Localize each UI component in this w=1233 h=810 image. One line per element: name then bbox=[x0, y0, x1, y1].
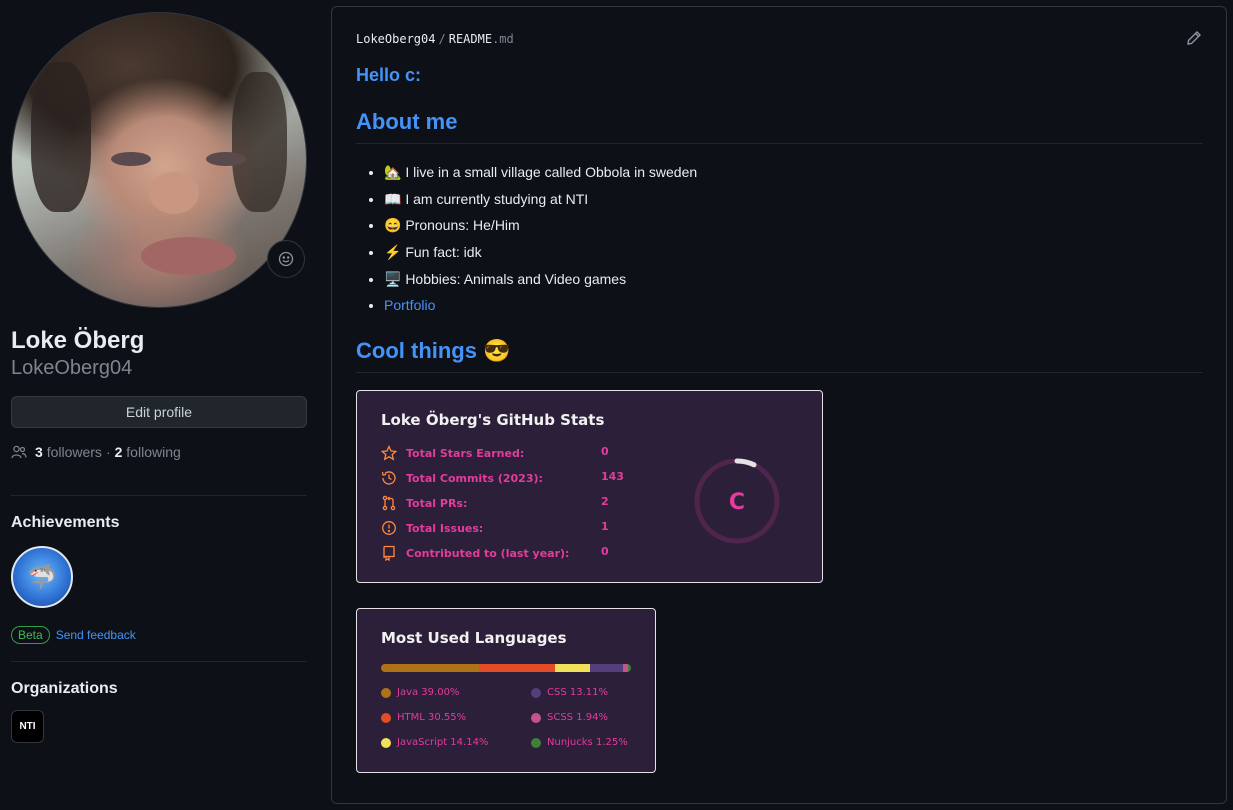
about-list: 🏡 I live in a small village called Obbol… bbox=[372, 164, 697, 324]
path-separator: / bbox=[438, 32, 446, 46]
edit-profile-button[interactable]: Edit profile bbox=[11, 396, 307, 428]
stat-value: 1 bbox=[601, 520, 609, 533]
readme-file-ext: .md bbox=[492, 32, 514, 46]
list-item: 😄 Pronouns: He/Him bbox=[384, 217, 697, 244]
portfolio-link[interactable]: Portfolio bbox=[384, 297, 435, 313]
rank-circle: C bbox=[694, 458, 780, 544]
list-item: 🏡 I live in a small village called Obbol… bbox=[384, 164, 697, 191]
repo-icon bbox=[383, 545, 395, 561]
followers-count: 3 bbox=[35, 444, 43, 460]
language-color-dot bbox=[531, 687, 541, 698]
list-item: Portfolio bbox=[384, 297, 697, 324]
readme-panel: LokeOberg04/README.md Hello c: About me … bbox=[331, 6, 1227, 804]
shark-icon: 🦈 bbox=[27, 563, 57, 591]
readme-file-name[interactable]: README bbox=[449, 32, 492, 46]
language-legend-item: CSS 13.11% bbox=[531, 687, 608, 698]
following-link[interactable]: 2 following bbox=[115, 444, 181, 460]
org-logo-text: NTI bbox=[19, 721, 36, 732]
stat-label: Total PRs: bbox=[406, 496, 468, 510]
cool-things-heading: Cool things 😎 bbox=[356, 338, 1203, 373]
language-legend-label: SCSS 1.94% bbox=[547, 712, 608, 723]
stat-label: Total Commits (2023): bbox=[406, 471, 543, 485]
language-legend-label: CSS 13.11% bbox=[547, 687, 608, 698]
followers-label: followers bbox=[46, 444, 102, 460]
stat-row-commits: Total Commits (2023): bbox=[381, 470, 543, 486]
language-legend-item: Java 39.00% bbox=[381, 687, 459, 698]
stat-value: 0 bbox=[601, 445, 609, 458]
followers-link[interactable]: 3 followers bbox=[35, 444, 102, 460]
follow-separator: · bbox=[105, 444, 111, 460]
achievements-title: Achievements bbox=[11, 514, 120, 531]
language-bar-segment bbox=[554, 664, 591, 672]
top-languages-card[interactable]: Most Used Languages Java 39.00% HTML 30.5… bbox=[356, 608, 656, 773]
stat-row-prs: Total PRs: bbox=[381, 495, 467, 511]
stat-value: 0 bbox=[601, 545, 609, 558]
smiley-icon bbox=[278, 251, 294, 267]
language-legend-item: JavaScript 14.14% bbox=[381, 737, 488, 748]
pull-request-icon bbox=[382, 495, 396, 511]
divider bbox=[11, 661, 307, 662]
avatar[interactable] bbox=[11, 12, 307, 308]
profile-sidebar: Loke Öberg LokeOberg04 Edit profile 3 fo… bbox=[11, 12, 307, 743]
language-bar-segment bbox=[590, 664, 623, 672]
people-icon bbox=[11, 445, 27, 459]
achievement-badge-shark[interactable]: 🦈 bbox=[11, 546, 73, 608]
language-color-dot bbox=[531, 712, 541, 723]
about-me-heading: About me bbox=[356, 109, 1203, 144]
stat-label: Contributed to (last year): bbox=[406, 546, 570, 560]
readme-path: LokeOberg04/README.md bbox=[356, 32, 514, 46]
organizations-title: Organizations bbox=[11, 680, 118, 697]
language-color-dot bbox=[381, 737, 391, 748]
rank-letter: C bbox=[729, 490, 745, 515]
following-label: following bbox=[126, 444, 181, 460]
set-status-button[interactable] bbox=[267, 240, 305, 278]
send-feedback-link[interactable]: Send feedback bbox=[56, 628, 136, 642]
language-legend-label: HTML 30.55% bbox=[397, 712, 467, 723]
github-stats-card[interactable]: Loke Öberg's GitHub Stats Total Stars Ea… bbox=[356, 390, 823, 583]
language-progress-bar bbox=[381, 664, 631, 672]
divider bbox=[11, 495, 307, 496]
profile-username: LokeOberg04 bbox=[11, 357, 133, 379]
language-legend-item: Nunjucks 1.25% bbox=[531, 737, 628, 748]
follow-stats: 3 followers · 2 following bbox=[11, 444, 307, 460]
stat-label: Total Stars Earned: bbox=[406, 446, 525, 460]
stat-value: 143 bbox=[601, 470, 624, 483]
stat-row-stars: Total Stars Earned: bbox=[381, 445, 524, 461]
organization-avatar-nti[interactable]: NTI bbox=[11, 710, 44, 743]
list-item: 📖 I am currently studying at NTI bbox=[384, 191, 697, 218]
issue-icon bbox=[382, 521, 396, 535]
beta-feedback-row: Beta Send feedback bbox=[11, 626, 307, 644]
language-bar-segment bbox=[381, 664, 479, 672]
language-legend-label: Java 39.00% bbox=[397, 687, 460, 698]
readme-owner-link[interactable]: LokeOberg04 bbox=[356, 32, 435, 46]
stat-label: Total Issues: bbox=[406, 521, 484, 535]
language-color-dot bbox=[381, 687, 391, 698]
language-bar-segment bbox=[478, 664, 555, 672]
following-count: 2 bbox=[114, 444, 123, 460]
stat-row-issues: Total Issues: bbox=[381, 520, 483, 536]
stat-row-contributed: Contributed to (last year): bbox=[381, 545, 569, 561]
languages-card-title: Most Used Languages bbox=[381, 629, 567, 647]
list-item: 🖥️ Hobbies: Animals and Video games bbox=[384, 271, 697, 298]
language-color-dot bbox=[531, 737, 541, 748]
star-icon bbox=[381, 445, 397, 461]
readme-greeting: Hello c: bbox=[356, 65, 422, 85]
language-bar-segment bbox=[627, 664, 631, 672]
language-legend-item: HTML 30.55% bbox=[381, 712, 466, 723]
language-color-dot bbox=[381, 712, 391, 723]
profile-fullname: Loke Öberg bbox=[11, 327, 145, 354]
language-legend-label: Nunjucks 1.25% bbox=[547, 737, 628, 748]
stats-card-title: Loke Öberg's GitHub Stats bbox=[381, 411, 605, 429]
language-legend-item: SCSS 1.94% bbox=[531, 712, 608, 723]
list-item: ⚡ Fun fact: idk bbox=[384, 244, 697, 271]
stat-value: 2 bbox=[601, 495, 609, 508]
history-icon bbox=[381, 471, 396, 485]
beta-badge: Beta bbox=[11, 626, 50, 644]
pencil-icon[interactable] bbox=[1186, 30, 1202, 46]
language-legend-label: JavaScript 14.14% bbox=[397, 737, 489, 748]
avatar-container bbox=[11, 12, 307, 308]
